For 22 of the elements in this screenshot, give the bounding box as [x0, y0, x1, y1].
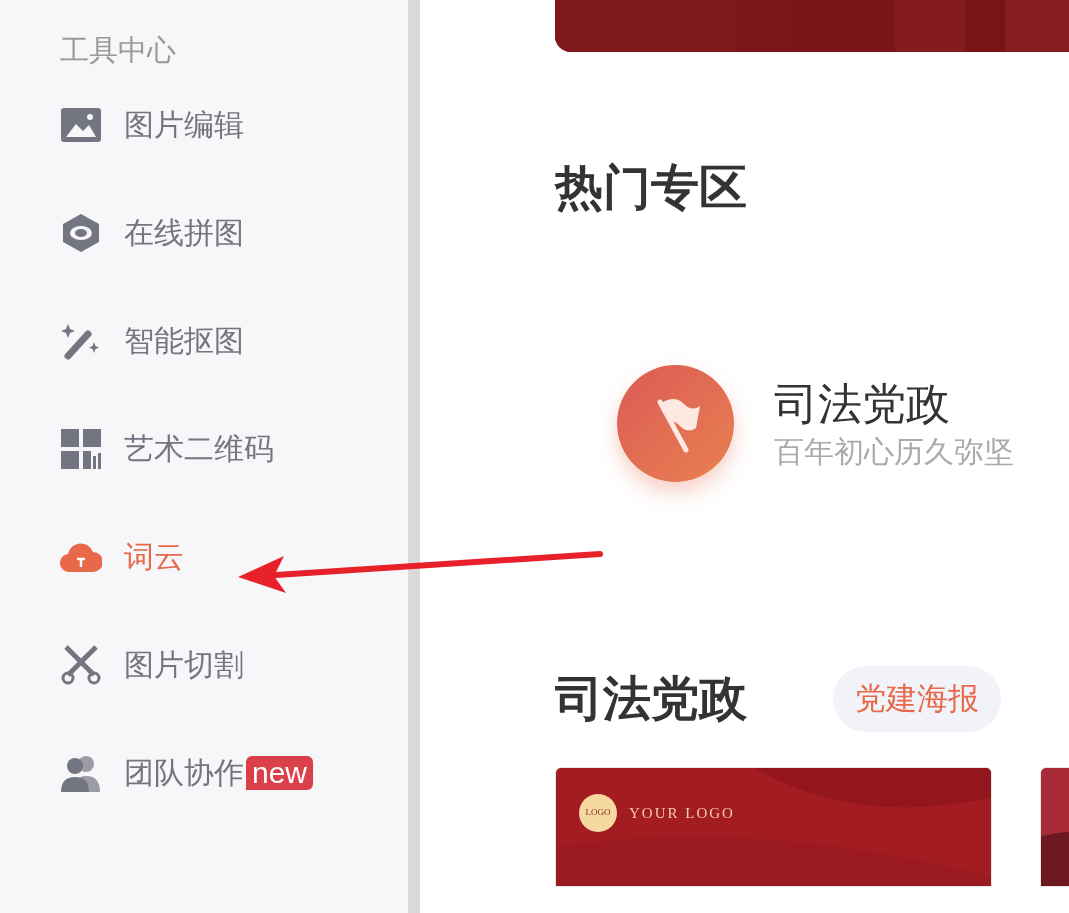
hexagon-eye-icon: [60, 212, 102, 254]
logo-text: YOUR LOGO: [629, 803, 735, 823]
category-tag[interactable]: 党建海报: [833, 666, 1001, 732]
sidebar-item[interactable]: 图片编辑: [60, 104, 244, 146]
template-card[interactable]: LOGO YOUR LOGO: [555, 767, 992, 887]
sidebar-item[interactable]: 智能抠图: [60, 320, 244, 362]
scrollbar[interactable]: [408, 0, 420, 913]
scissors-icon: [60, 644, 102, 686]
new-badge: new: [246, 756, 314, 790]
feature-subtitle: 百年初心历久弥坚: [774, 433, 1014, 470]
feature-item[interactable]: 司法党政 百年初心历久弥坚: [617, 365, 1014, 482]
feature-title: 司法党政: [774, 377, 951, 430]
qr-code-icon: [60, 428, 102, 470]
flag-icon: [617, 365, 734, 482]
sidebar-item[interactable]: 艺术二维码: [60, 428, 274, 470]
sidebar-item[interactable]: 图片切割: [60, 644, 244, 686]
sidebar-title: 工具中心: [60, 33, 176, 68]
section-heading: 司法党政: [555, 671, 747, 727]
sidebar-item[interactable]: 在线拼图: [60, 212, 244, 254]
sidebar-item[interactable]: 团队协作 new: [60, 752, 314, 794]
sidebar-item[interactable]: 词云: [60, 536, 184, 578]
section-heading: 热门专区: [555, 160, 747, 216]
